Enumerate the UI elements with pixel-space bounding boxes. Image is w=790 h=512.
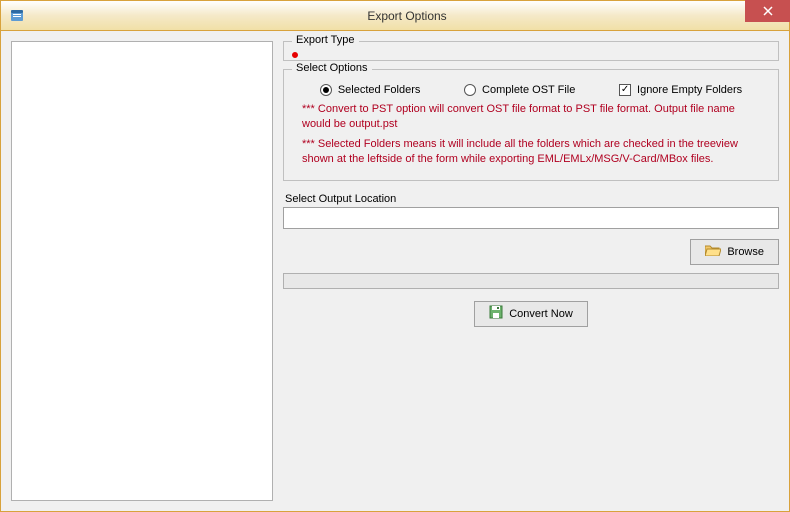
browse-button[interactable]: Browse: [690, 239, 779, 265]
ignore-empty-label: Ignore Empty Folders: [637, 84, 742, 96]
export-type-title: Export Type: [292, 34, 359, 46]
radio-icon: [464, 84, 476, 96]
note-selected-folders: *** Selected Folders means it will inclu…: [302, 137, 760, 168]
convert-now-button[interactable]: Convert Now: [474, 301, 588, 327]
note-pst: *** Convert to PST option will convert O…: [302, 102, 760, 133]
window-title: Export Options: [25, 9, 789, 23]
output-location-section: Select Output Location Browse: [283, 189, 779, 265]
radio-icon: [320, 84, 332, 96]
titlebar: Export Options: [1, 1, 789, 31]
browse-label: Browse: [727, 246, 764, 258]
select-options-title: Select Options: [292, 62, 372, 74]
select-options-group: Select Options Selected Folders Complete…: [283, 69, 779, 181]
close-button[interactable]: [745, 0, 790, 22]
export-type-group: Export Type: [283, 41, 779, 61]
convert-now-label: Convert Now: [509, 308, 573, 320]
disk-icon: [489, 305, 503, 322]
output-location-input[interactable]: [283, 207, 779, 229]
right-panel: Export Type Select Options Selected Fold…: [283, 41, 779, 501]
folder-tree[interactable]: [11, 41, 273, 501]
highlight-box: [292, 52, 298, 58]
close-icon: [763, 6, 773, 16]
export-options-window: Export Options Export Type Select Option…: [0, 0, 790, 512]
progress-bar: [283, 273, 779, 289]
selected-folders-label: Selected Folders: [338, 84, 421, 96]
app-icon: [9, 8, 25, 24]
folder-open-icon: [705, 244, 721, 259]
complete-ost-label: Complete OST File: [482, 84, 575, 96]
ignore-empty-option[interactable]: Ignore Empty Folders: [619, 84, 742, 96]
complete-ost-option[interactable]: Complete OST File: [464, 84, 575, 96]
output-location-label: Select Output Location: [285, 193, 777, 205]
selected-folders-option[interactable]: Selected Folders: [320, 84, 421, 96]
checkbox-icon: [619, 84, 631, 96]
